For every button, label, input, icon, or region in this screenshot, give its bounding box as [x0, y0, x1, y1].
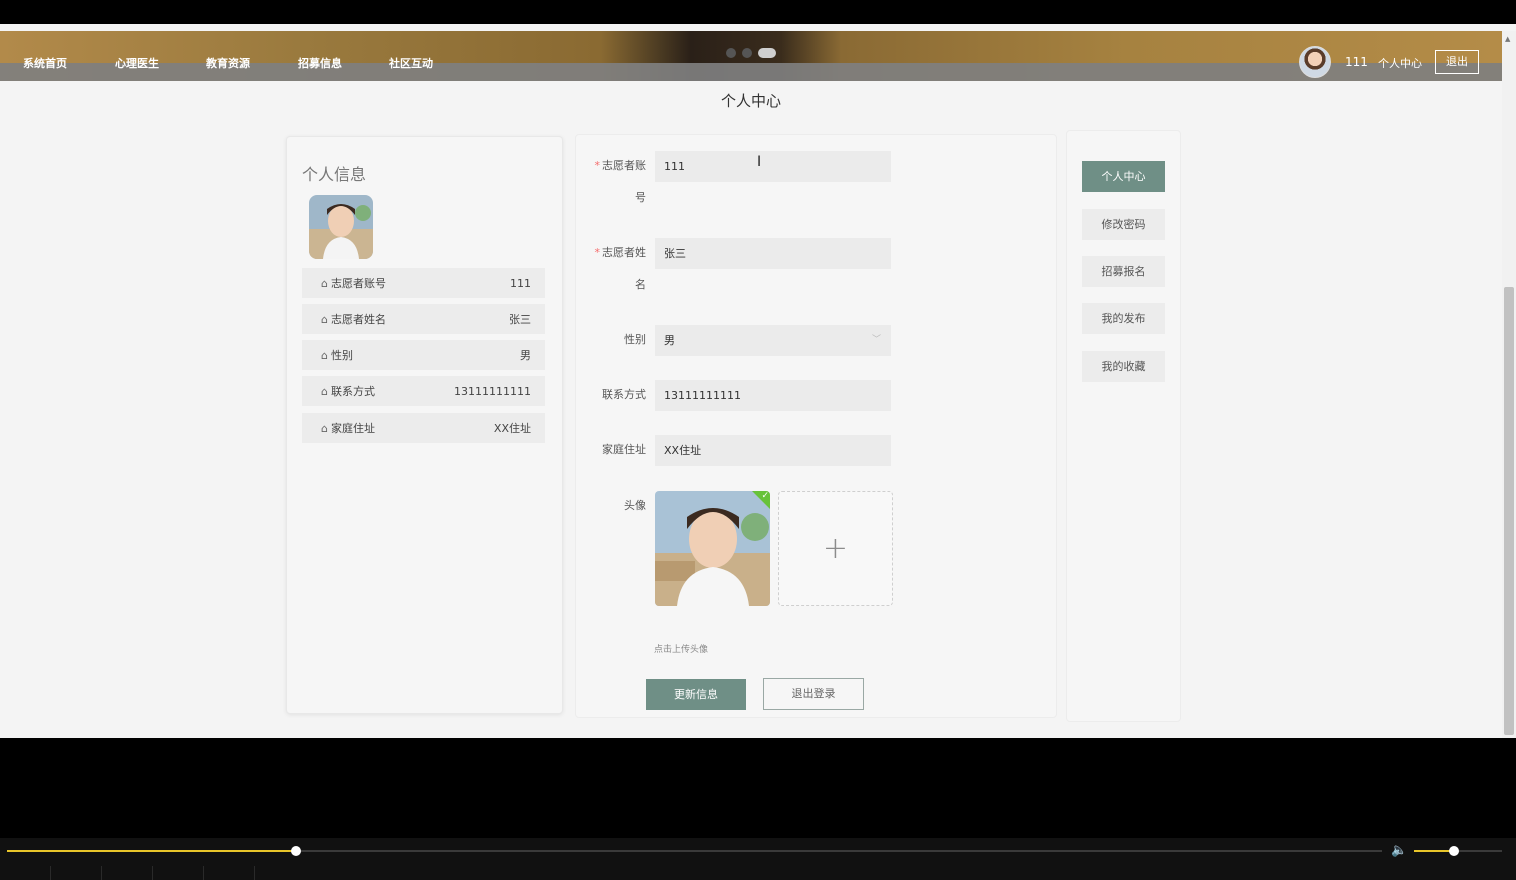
address-label: 家庭住址 [602, 443, 646, 456]
info-row-address: ⌂ 家庭住址 XX住址 [302, 413, 545, 443]
nav-item-home[interactable]: 系统首页 [23, 55, 67, 71]
address-input[interactable]: XX住址 [655, 435, 891, 466]
name-input[interactable]: 张三 [655, 238, 891, 269]
top-navbar: 系统首页 心理医生 教育资源 招募信息 社区互动 111 个人中心 退出 [0, 31, 1502, 81]
screen: 系统首页 心理医生 教育资源 招募信息 社区互动 111 个人中心 退出 个人中… [0, 0, 1516, 880]
vertical-scrollbar[interactable]: ▲ ▼ [1502, 31, 1516, 738]
carousel-dot[interactable] [742, 48, 752, 58]
logout-button[interactable]: 退出登录 [763, 678, 864, 710]
info-value: 张三 [509, 313, 531, 326]
info-value: XX住址 [493, 422, 531, 435]
nav-item-doctor[interactable]: 心理医生 [115, 55, 159, 71]
carousel-dot[interactable] [726, 48, 736, 58]
info-row-name: ⌂ 志愿者姓名 张三 [302, 304, 545, 334]
page-title: 个人中心 [720, 92, 781, 110]
profile-info-card: 个人信息 ⌂ 志愿者账号 111 ⌂ 志愿者姓名 张三 ⌂ 性别 男 ⌂ 联系方… [286, 136, 563, 714]
account-label-wrap: 号 [635, 191, 646, 204]
carousel-dot-active[interactable] [758, 48, 776, 58]
volume-knob[interactable] [1448, 846, 1459, 856]
text-cursor-icon: I [757, 154, 762, 170]
progress-track[interactable] [7, 850, 1382, 852]
info-row-gender: ⌂ 性别 男 [302, 340, 545, 370]
nav-item-education[interactable]: 教育资源 [206, 55, 250, 71]
nav-personal-center-link[interactable]: 个人中心 [1378, 55, 1422, 71]
name-label-wrap: 名 [635, 278, 646, 291]
side-menu-my-posts[interactable]: 我的发布 [1082, 303, 1165, 334]
account-label: * 志愿者账 [594, 159, 647, 172]
progress-knob[interactable] [290, 846, 301, 856]
player-bottom-strip [0, 866, 1516, 880]
check-icon: ✓ [761, 491, 769, 501]
side-menu-my-favorites[interactable]: 我的收藏 [1082, 351, 1165, 382]
side-menu-change-password[interactable]: 修改密码 [1082, 209, 1165, 240]
avatar-upload-button[interactable]: + [778, 491, 893, 606]
info-label: 联系方式 [330, 385, 375, 398]
account-input[interactable]: 111 [655, 151, 891, 182]
chevron-down-icon: ﹀ [871, 335, 881, 345]
uploaded-avatar-preview[interactable]: ✓ [655, 491, 770, 606]
side-menu: 个人中心 修改密码 招募报名 我的发布 我的收藏 [1066, 130, 1181, 722]
upload-success-badge: ✓ [752, 491, 770, 509]
info-label: 家庭住址 [330, 422, 375, 435]
info-value: 111 [510, 276, 531, 290]
info-label: 志愿者姓名 [330, 313, 386, 326]
profile-avatar [309, 195, 373, 259]
nav-item-community[interactable]: 社区互动 [389, 55, 433, 71]
info-value: 男 [520, 349, 531, 362]
upload-tip: 点击上传头像 [654, 645, 709, 655]
info-value: 13111111111 [454, 384, 531, 398]
progress-played [7, 850, 296, 852]
nav-logout-button[interactable]: 退出 [1435, 50, 1479, 74]
gender-select[interactable]: 男 ﹀ [655, 325, 891, 356]
volume-level [1414, 850, 1454, 852]
info-row-phone: ⌂ 联系方式 13111111111 [302, 376, 545, 406]
gender-label: 性别 [624, 333, 646, 346]
scrollbar-thumb[interactable] [1504, 287, 1514, 735]
side-menu-recruit-signup[interactable]: 招募报名 [1082, 256, 1165, 287]
home-icon: ⌂ [321, 421, 328, 435]
profile-card-title: 个人信息 [302, 165, 367, 184]
name-label: * 志愿者姓 [594, 246, 647, 259]
nav-username: 111 [1345, 55, 1368, 69]
info-label: 志愿者账号 [330, 277, 386, 290]
info-label: 性别 [330, 349, 353, 362]
avatar-label: 头像 [624, 499, 646, 512]
home-icon: ⌂ [321, 384, 328, 398]
video-player-controls: 🔈 [0, 838, 1516, 880]
carousel-indicators [726, 48, 776, 58]
gender-selected-value: 男 [664, 334, 675, 347]
home-icon: ⌂ [321, 312, 328, 326]
volume-icon[interactable]: 🔈 [1391, 843, 1407, 858]
profile-form-card: * 志愿者账 号 111 * 志愿者姓 名 张三 性别 男 ﹀ 联系方式 13111… [575, 134, 1057, 718]
home-icon: ⌂ [321, 276, 328, 290]
update-info-button[interactable]: 更新信息 [646, 679, 746, 710]
scroll-up-icon[interactable]: ▲ [1505, 35, 1510, 43]
home-icon: ⌂ [321, 348, 328, 362]
phone-label: 联系方式 [602, 388, 646, 401]
nav-item-recruit[interactable]: 招募信息 [298, 55, 342, 71]
phone-input[interactable]: 13111111111 [655, 380, 891, 411]
plus-icon: + [822, 531, 849, 566]
side-menu-personal-center[interactable]: 个人中心 [1082, 161, 1165, 192]
browser-viewport: 系统首页 心理医生 教育资源 招募信息 社区互动 111 个人中心 退出 个人中… [0, 24, 1516, 738]
user-avatar [1299, 46, 1331, 78]
info-row-account: ⌂ 志愿者账号 111 [302, 268, 545, 298]
